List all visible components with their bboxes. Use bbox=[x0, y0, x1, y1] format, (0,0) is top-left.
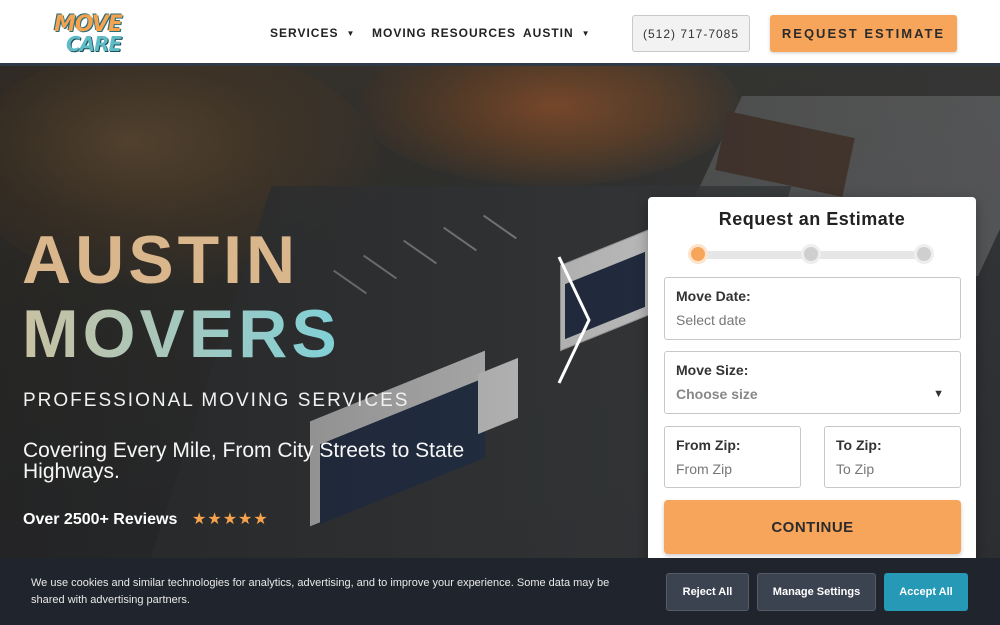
to-zip-placeholder: To Zip bbox=[836, 461, 875, 477]
move-care-logo[interactable]: MOVE CARE bbox=[52, 10, 148, 56]
step-progress bbox=[688, 244, 934, 264]
cookie-consent-bar: We use cookies and similar technologies … bbox=[0, 558, 1000, 625]
phone-button[interactable]: (512) 717-7085 bbox=[632, 15, 750, 52]
hero-subtitle: PROFESSIONAL MOVING SERVICES bbox=[23, 390, 410, 411]
reject-all-button[interactable]: Reject All bbox=[666, 573, 749, 611]
step-dot-1 bbox=[688, 244, 708, 264]
move-date-label: Move Date: bbox=[676, 288, 751, 304]
caret-down-icon: ▼ bbox=[581, 29, 591, 38]
caret-down-icon: ▼ bbox=[346, 29, 356, 38]
hero-tagline: Covering Every Mile, From City Streets t… bbox=[23, 439, 465, 483]
move-date-placeholder: Select date bbox=[676, 312, 747, 328]
move-size-label: Move Size: bbox=[676, 362, 749, 378]
nav-services[interactable]: SERVICES ▼ bbox=[270, 26, 355, 40]
chevron-right-icon[interactable] bbox=[555, 255, 595, 385]
to-zip-label: To Zip: bbox=[836, 437, 882, 453]
chevron-down-icon: ▼ bbox=[933, 388, 944, 400]
step-dot-2 bbox=[801, 244, 821, 264]
from-zip-placeholder: From Zip bbox=[676, 461, 732, 477]
estimate-form-card: Request an Estimate Move Date: Select da… bbox=[648, 197, 976, 577]
from-zip-field[interactable]: From Zip: From Zip bbox=[664, 426, 801, 488]
estimate-form-title: Request an Estimate bbox=[718, 209, 906, 229]
request-estimate-button[interactable]: REQUEST ESTIMATE bbox=[770, 15, 957, 52]
move-size-placeholder: Choose size bbox=[676, 386, 758, 402]
nav-austin-label: AUSTIN bbox=[523, 26, 574, 40]
nav-moving-resources-label: MOVING RESOURCES bbox=[372, 26, 517, 40]
manage-settings-button[interactable]: Manage Settings bbox=[757, 573, 876, 611]
logo-text-bottom: CARE bbox=[66, 32, 122, 56]
accept-all-button[interactable]: Accept All bbox=[884, 573, 968, 611]
continue-button[interactable]: CONTINUE bbox=[664, 500, 961, 554]
nav-services-label: SERVICES bbox=[270, 26, 339, 40]
move-size-select[interactable]: Move Size: Choose size ▼ bbox=[664, 351, 961, 414]
hero-title-line2: MOVERS bbox=[22, 296, 341, 372]
step-dot-3 bbox=[914, 244, 934, 264]
site-header: MOVE CARE SERVICES ▼ MOVING RESOURCES AUS… bbox=[0, 0, 1000, 66]
reviews-count: Over 2500+ Reviews bbox=[23, 511, 178, 528]
to-zip-field[interactable]: To Zip: To Zip bbox=[824, 426, 961, 488]
cookie-message: We use cookies and similar technologies … bbox=[31, 577, 610, 606]
nav-moving-resources[interactable]: MOVING RESOURCES bbox=[372, 26, 516, 40]
star-rating-icon: ★★★★★ bbox=[192, 511, 269, 528]
hero-title-line1: AUSTIN bbox=[22, 222, 300, 298]
from-zip-label: From Zip: bbox=[676, 437, 741, 453]
move-date-field[interactable]: Move Date: Select date bbox=[664, 277, 961, 340]
nav-austin[interactable]: AUSTIN ▼ bbox=[523, 26, 591, 40]
